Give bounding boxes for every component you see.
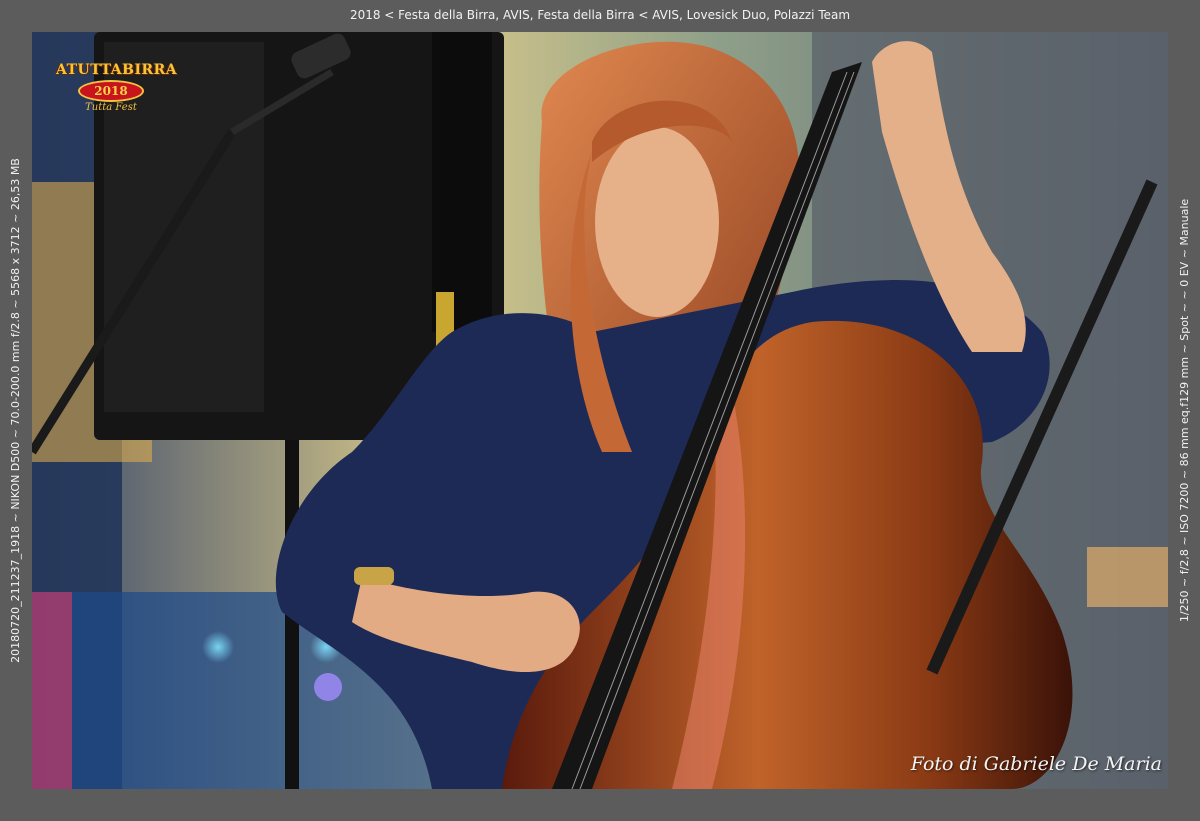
photo: ATUTTABIRRA 2018 Tutta Fest Foto di Gabr… — [32, 32, 1168, 789]
face — [595, 127, 719, 317]
left-caption-container: 20180720_211237_1918 ~ NIKON D500 ~ 70.0… — [0, 32, 30, 789]
bracelet — [354, 567, 394, 585]
bokeh-light — [202, 631, 234, 663]
pink-shape — [32, 592, 72, 789]
top-caption: 2018 < Festa della Birra, AVIS, Festa de… — [349, 8, 851, 22]
logo-title: ATUTTABIRRA — [56, 62, 178, 78]
left-caption: 20180720_211237_1918 ~ NIKON D500 ~ 70.0… — [8, 158, 22, 663]
photo-scene — [32, 32, 1168, 789]
right-caption-container: 1/250 ~ f/2,8 ~ ISO 7200 ~ 86 mm eq.f129… — [1170, 32, 1200, 789]
speaker-side — [432, 32, 492, 332]
logo-subtitle: Tutta Fest — [85, 102, 137, 113]
wooden-box — [1087, 547, 1168, 607]
right-caption: 1/250 ~ f/2,8 ~ ISO 7200 ~ 86 mm eq.f129… — [1178, 198, 1192, 623]
festival-logo: ATUTTABIRRA 2018 Tutta Fest — [56, 62, 178, 122]
photo-credit: Foto di Gabriele De Maria — [910, 753, 1162, 775]
logo-year-badge: 2018 — [78, 80, 144, 102]
bokeh-light — [314, 673, 342, 701]
logo-year: 2018 — [94, 84, 128, 98]
